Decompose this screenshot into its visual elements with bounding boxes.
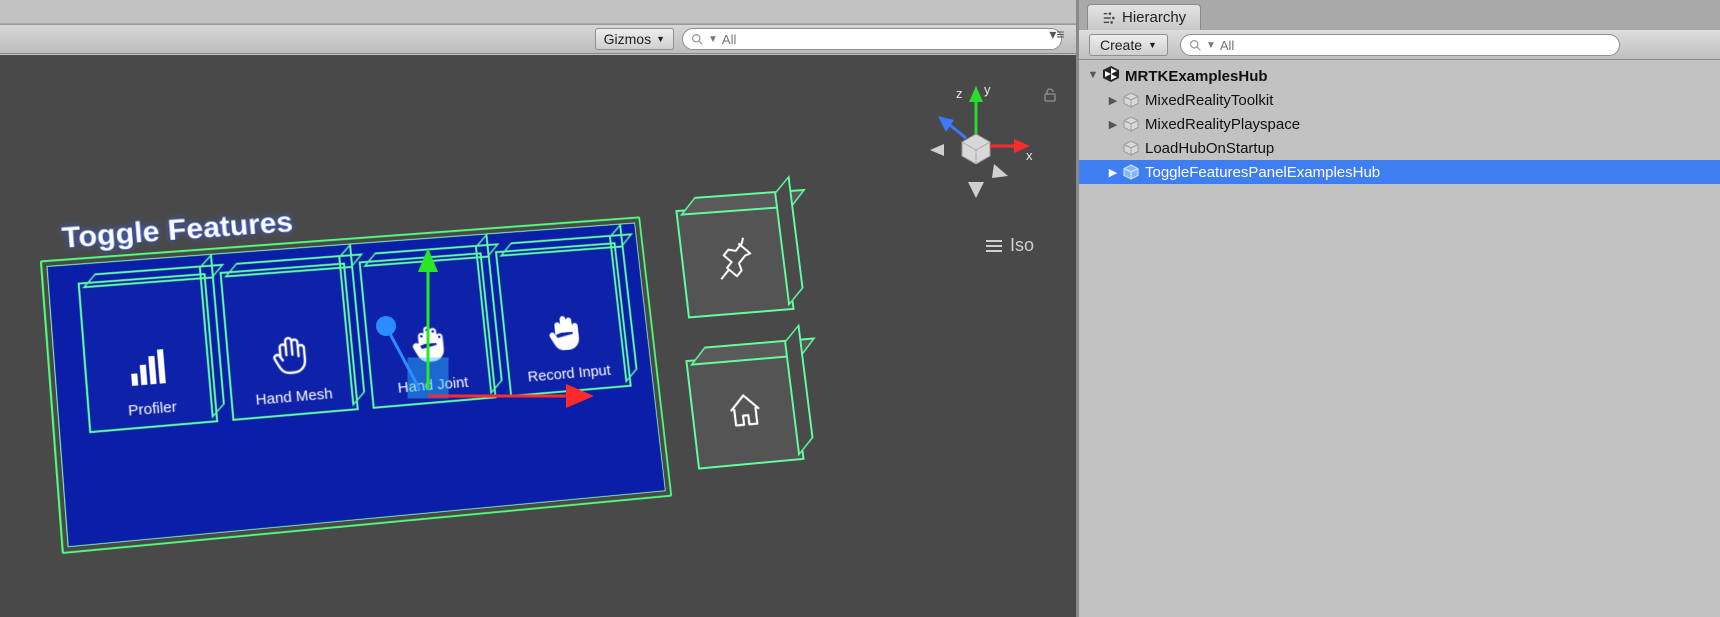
hierarchy-search-input[interactable] <box>1220 38 1611 53</box>
feature-btn-label: Hand Mesh <box>255 385 333 408</box>
hierarchy-item-selected[interactable]: ▶ ToggleFeaturesPanelExamplesHub <box>1079 160 1720 184</box>
feature-btn-label: Profiler <box>128 398 178 419</box>
hierarchy-icon <box>1102 11 1116 25</box>
axis-y-label: y <box>984 82 991 97</box>
pin-icon <box>711 237 759 283</box>
chevron-right-icon[interactable]: ▶ <box>1107 166 1119 179</box>
panel-face: Toggle Features Profiler Hand Mesh <box>46 223 666 548</box>
chevron-right-icon[interactable]: ▶ <box>1107 94 1119 107</box>
bars-icon <box>123 340 176 392</box>
feature-btn-profiler[interactable]: Profiler <box>78 273 219 433</box>
scene-toolbar: Gizmos ▼ ▼ <box>0 24 1076 54</box>
search-icon <box>691 33 704 46</box>
home-icon <box>721 386 769 433</box>
feature-btn-record-input[interactable]: Record Input <box>495 242 632 397</box>
create-dropdown[interactable]: Create ▼ <box>1089 34 1168 56</box>
scene-viewport[interactable]: y z x Iso Toggle Features <box>0 55 1076 617</box>
side-btn-home[interactable] <box>685 351 804 469</box>
feature-btn-hand-joint[interactable]: Hand Joint <box>359 252 497 409</box>
item-label: MixedRealityPlayspace <box>1143 116 1300 133</box>
chevron-down-icon: ▼ <box>1148 40 1157 50</box>
hand-joint-icon <box>403 318 455 369</box>
item-label: LoadHubOnStartup <box>1143 140 1274 157</box>
scene-top-strip <box>0 0 1076 24</box>
feature-buttons-row: Profiler Hand Mesh Hand Joint <box>78 242 632 433</box>
hierarchy-toolbar: Create ▼ ▼ <box>1079 30 1720 60</box>
feature-btn-label: Record Input <box>527 362 612 386</box>
scene-row[interactable]: ▼ MRTKExamplesHub <box>1079 64 1720 88</box>
panel-options-icon[interactable]: ▾≡ <box>1045 26 1069 42</box>
prefab-icon <box>1122 163 1140 181</box>
gizmos-label: Gizmos <box>604 31 651 47</box>
gizmos-dropdown[interactable]: Gizmos ▼ <box>595 28 674 50</box>
chevron-down-icon: ▼ <box>656 34 665 44</box>
scene-name: MRTKExamplesHub <box>1123 68 1268 85</box>
chevron-down-icon[interactable]: ▼ <box>1087 69 1099 81</box>
item-label: MixedRealityToolkit <box>1143 92 1273 109</box>
hierarchy-item[interactable]: LoadHubOnStartup <box>1079 136 1720 160</box>
gameobject-icon <box>1122 91 1140 109</box>
item-label: ToggleFeaturesPanelExamplesHub <box>1143 164 1380 181</box>
projection-lines-icon <box>986 240 1002 252</box>
unity-logo-icon <box>1102 65 1120 87</box>
hierarchy-item[interactable]: ▶ MixedRealityPlayspace <box>1079 112 1720 136</box>
scene-view: Gizmos ▼ ▼ ▾≡ <box>0 0 1076 617</box>
side-btn-pin[interactable] <box>675 202 794 318</box>
toggle-features-panel[interactable]: Toggle Features Profiler Hand Mesh <box>40 216 673 554</box>
axis-z-label: z <box>956 86 963 101</box>
tab-hierarchy[interactable]: Hierarchy <box>1087 4 1201 30</box>
feature-btn-hand-mesh[interactable]: Hand Mesh <box>220 263 359 421</box>
panel-tab-row: Hierarchy <box>1079 0 1720 30</box>
lock-icon[interactable] <box>1042 87 1058 103</box>
tab-label: Hierarchy <box>1122 9 1186 26</box>
hierarchy-search[interactable]: ▼ <box>1180 34 1620 56</box>
axis-x-label: x <box>1026 148 1033 163</box>
projection-mode-toggle[interactable]: Iso <box>986 235 1034 256</box>
chevron-right-icon[interactable]: ▶ <box>1107 118 1119 131</box>
axis-gizmo[interactable]: y z x <box>916 80 1036 200</box>
hand-record-icon <box>539 307 590 357</box>
scene-search[interactable]: ▼ <box>682 28 1062 50</box>
gameobject-icon <box>1122 139 1140 157</box>
chevron-down-icon: ▼ <box>708 34 718 45</box>
hierarchy-tree: ▼ MRTKExamplesHub ▶ MixedRealityToolkit … <box>1079 60 1720 188</box>
scene-search-input[interactable] <box>722 32 1053 47</box>
chevron-down-icon: ▼ <box>1206 40 1216 51</box>
hierarchy-panel: Hierarchy Create ▼ ▼ ▼ MRTKExamplesHub ▶… <box>1076 0 1720 617</box>
projection-mode-label: Iso <box>1010 235 1034 256</box>
create-label: Create <box>1100 37 1142 53</box>
search-icon <box>1189 39 1202 52</box>
gameobject-icon <box>1122 115 1140 133</box>
feature-btn-label: Hand Joint <box>397 374 469 397</box>
hierarchy-item[interactable]: ▶ MixedRealityToolkit <box>1079 88 1720 112</box>
